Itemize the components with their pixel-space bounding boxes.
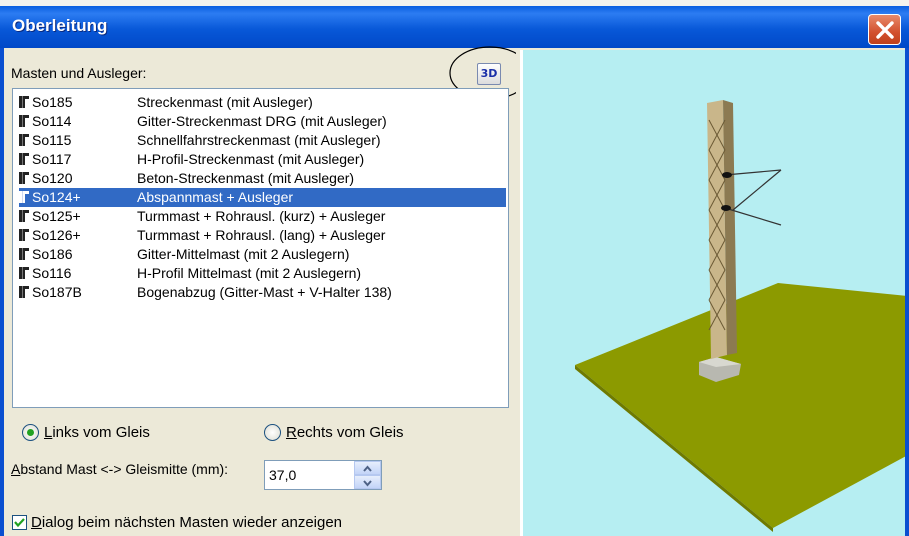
list-item[interactable]: So126+ Turmmast + Rohrausl. (lang) + Ausl… <box>19 226 506 245</box>
window-frame-right <box>905 48 909 536</box>
item-code: So125+ <box>32 208 81 224</box>
spin-down-button[interactable] <box>354 475 381 489</box>
list-item[interactable]: So115 Schnellfahrstreckenmast (mit Ausleg… <box>19 131 506 150</box>
list-item[interactable]: So187B Bogenabzug (Gitter-Mast + V-Halter… <box>19 283 506 302</box>
mast-icon <box>19 248 29 260</box>
item-code: So126+ <box>32 227 81 243</box>
list-item[interactable]: So120 Beton-Streckenmast (mit Ausleger) <box>19 169 506 188</box>
radio-button[interactable] <box>264 424 281 441</box>
item-desc: Gitter-Mittelmast (mit 2 Auslegern) <box>137 246 350 262</box>
window-frame-left <box>0 48 4 536</box>
mast-icon <box>19 115 29 127</box>
item-desc: Abspannmast + Ausleger <box>137 189 294 205</box>
list-item[interactable]: So185 Streckenmast (mit Ausleger) <box>19 93 506 112</box>
item-desc: H-Profil-Streckenmast (mit Ausleger) <box>137 151 365 167</box>
list-item-selected[interactable]: So124+ Abspannmast + Ausleger <box>19 188 506 207</box>
item-code: So186 <box>32 246 73 262</box>
list-item[interactable]: So186 Gitter-Mittelmast (mit 2 Auslegern) <box>19 245 506 264</box>
radio-left-of-track[interactable]: Links vom Gleis <box>22 424 150 441</box>
chevron-down-icon <box>363 480 372 487</box>
item-desc: Gitter-Streckenmast DRG (mit Ausleger) <box>137 113 387 129</box>
item-desc: Schnellfahrstreckenmast (mit Ausleger) <box>137 132 381 148</box>
show-dialog-checkbox[interactable] <box>12 515 27 530</box>
show-dialog-label: Dialog beim nächsten Masten wieder anzei… <box>31 514 343 531</box>
item-code: So116 <box>32 265 72 281</box>
item-code: So117 <box>32 151 72 167</box>
item-code: So124+ <box>32 189 81 205</box>
mast-icon <box>19 134 29 146</box>
3d-view-button[interactable]: 3D <box>477 63 501 85</box>
list-item[interactable]: So114 Gitter-Streckenmast DRG (mit Ausleg… <box>19 112 506 131</box>
chevron-up-icon <box>363 465 372 472</box>
distance-label: Abstand Mast <-> Gleismitte (mm): <box>11 461 229 477</box>
mast-icon <box>19 96 29 108</box>
item-desc: Turmmast + Rohrausl. (lang) + Ausleger <box>137 227 386 243</box>
mast-icon <box>19 229 29 241</box>
item-desc: Streckenmast (mit Ausleger) <box>137 94 313 110</box>
radio-left-label: Links vom Gleis <box>44 424 150 441</box>
item-code: So120 <box>32 170 73 186</box>
item-desc: Beton-Streckenmast (mit Ausleger) <box>137 170 355 186</box>
item-desc: H-Profil Mittelmast (mit 2 Auslegern) <box>137 265 362 281</box>
mast-3d-preview <box>575 100 905 532</box>
mast-listbox[interactable]: So185 Streckenmast (mit Ausleger) So114 Gi… <box>12 88 509 408</box>
radio-right-label: Rechts vom Gleis <box>286 424 404 441</box>
mast-icon <box>19 210 29 222</box>
distance-spinner[interactable] <box>354 461 381 489</box>
item-code: So187B <box>32 284 82 300</box>
list-item[interactable]: So116 H-Profil Mittelmast (mit 2 Ausleger… <box>19 264 506 283</box>
window-title: Oberleitung <box>12 16 108 35</box>
radio-dot <box>27 429 34 436</box>
item-code: So185 <box>32 94 73 110</box>
close-icon <box>876 21 894 39</box>
mast-icon <box>19 286 29 298</box>
item-code: So114 <box>32 113 72 129</box>
spin-up-button[interactable] <box>354 461 381 475</box>
mast-icon <box>19 267 29 279</box>
radio-button[interactable] <box>22 424 39 441</box>
show-dialog-checkbox-row[interactable]: Dialog beim nächsten Masten wieder anzei… <box>12 514 342 531</box>
3d-preview-viewport[interactable] <box>520 50 905 536</box>
masts-label: Masten und Ausleger: <box>11 65 147 81</box>
radio-right-of-track[interactable]: Rechts vom Gleis <box>264 424 404 441</box>
list-item[interactable]: So125+ Turmmast + Rohrausl. (kurz) + Ausl… <box>19 207 506 226</box>
item-desc: Bogenabzug (Gitter-Mast + V-Halter 138) <box>137 284 392 300</box>
item-desc: Turmmast + Rohrausl. (kurz) + Ausleger <box>137 208 386 224</box>
checkmark-icon <box>14 518 25 528</box>
item-code: So115 <box>32 132 72 148</box>
mast-icon <box>19 191 29 203</box>
close-button[interactable] <box>868 14 901 45</box>
list-item[interactable]: So117 H-Profil-Streckenmast (mit Ausleger… <box>19 150 506 169</box>
mast-icon <box>19 153 29 165</box>
mast-icon <box>19 172 29 184</box>
